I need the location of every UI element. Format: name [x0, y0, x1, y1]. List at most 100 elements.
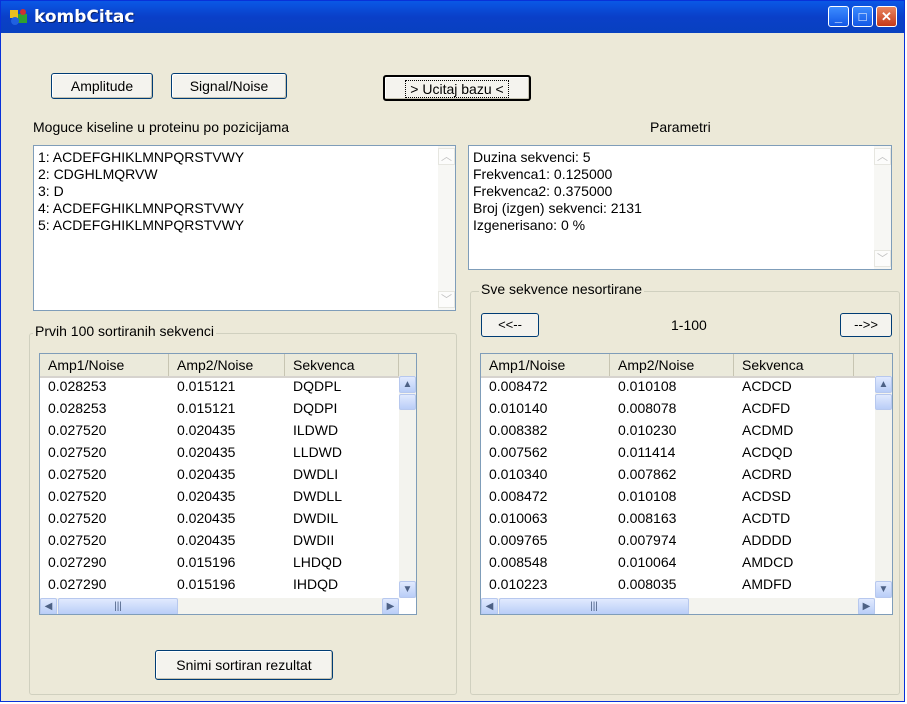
amplitude-button[interactable]: Amplitude [51, 73, 153, 99]
prev-page-button[interactable]: <<-- [481, 313, 539, 337]
minimize-button[interactable]: _ [828, 6, 849, 27]
title-bar[interactable]: kombCitac _ □ ✕ [1, 1, 904, 33]
table-row[interactable]: 0.007562 0.011414 ACDQD [481, 444, 841, 461]
scroll-up-icon[interactable]: ▲ [399, 376, 416, 393]
sorted-header: Amp1/Noise Amp2/Noise Sekvenca [40, 354, 416, 378]
table-row[interactable]: 0.027520 0.020435 LLDWD [40, 444, 400, 461]
param-line: Izgenerisano: 0 % [473, 217, 586, 233]
table-cell: 0.027520 [48, 466, 107, 482]
table-row[interactable]: 0.028253 0.015121 DQDPI [40, 400, 400, 417]
column-header[interactable]: Amp1/Noise [40, 354, 169, 376]
table-row[interactable]: 0.008382 0.010230 ACDMD [481, 422, 841, 439]
column-header[interactable]: Sekvenca [285, 354, 399, 376]
table-row[interactable]: 0.010223 0.008035 AMDFD [481, 576, 841, 593]
table-row[interactable]: 0.008548 0.010064 AMDCD [481, 554, 841, 571]
table-row[interactable]: 0.028253 0.015121 DQDPL [40, 378, 400, 395]
table-cell: 0.008035 [618, 576, 677, 592]
param-line: Frekvenca1: 0.125000 [473, 166, 613, 182]
table-cell: IHDQD [293, 576, 339, 592]
unsorted-listview[interactable]: Amp1/Noise Amp2/Noise Sekvenca 0.008472 0… [480, 353, 893, 615]
prev-page-label: <<-- [498, 317, 522, 332]
table-row[interactable]: 0.010340 0.007862 ACDRD [481, 466, 841, 483]
save-sorted-button-label: Snimi sortiran rezultat [176, 657, 312, 673]
unsorted-vscrollbar[interactable]: ▲ ▼ [875, 376, 892, 598]
param-line: Broj (izgen) sekvenci: 2131 [473, 200, 642, 216]
scroll-thumb[interactable]: ||| [58, 598, 178, 614]
table-row[interactable]: 0.009765 0.007974 ADDDD [481, 532, 841, 549]
ucitaj-bazu-button-label: > Ucitaj bazu < [405, 80, 509, 98]
table-row[interactable]: 0.008472 0.010108 ACDCD [481, 378, 841, 395]
maximize-button[interactable]: □ [852, 6, 873, 27]
table-row[interactable]: 0.027520 0.020435 DWDII [40, 532, 400, 549]
scroll-up-icon[interactable]: ︿ [438, 148, 455, 165]
table-cell: 0.028253 [48, 400, 107, 416]
scroll-down-icon[interactable]: ﹀ [438, 291, 455, 308]
table-row[interactable]: 0.027290 0.015196 LHDQD [40, 554, 400, 571]
table-cell: 0.015196 [177, 554, 236, 570]
scroll-up-icon[interactable]: ︿ [874, 148, 891, 165]
next-page-button[interactable]: -->> [840, 313, 892, 337]
table-row[interactable]: 0.027290 0.015196 IHDQD [40, 576, 400, 593]
table-cell: 0.010140 [489, 400, 548, 416]
table-cell: 0.020435 [177, 466, 236, 482]
scroll-left-icon[interactable]: ◀ [481, 598, 498, 614]
sorted-hscrollbar[interactable]: ◀ ||| ▶ [40, 598, 399, 614]
unsorted-hscrollbar[interactable]: ◀ ||| ▶ [481, 598, 875, 614]
column-header[interactable]: Amp2/Noise [169, 354, 285, 376]
signal-noise-button[interactable]: Signal/Noise [171, 73, 287, 99]
scroll-thumb[interactable] [875, 394, 892, 410]
acids-scrollbar[interactable]: ︿ ﹀ [438, 146, 455, 310]
table-cell: 0.010108 [618, 488, 677, 504]
column-header[interactable]: Amp2/Noise [610, 354, 734, 376]
table-cell: 0.015121 [177, 400, 236, 416]
signal-noise-button-label: Signal/Noise [189, 78, 269, 94]
table-cell: DQDPI [293, 400, 338, 416]
scroll-down-icon[interactable]: ▼ [399, 581, 416, 598]
table-row[interactable]: 0.008472 0.010108 ACDSD [481, 488, 841, 505]
table-row[interactable]: 0.010140 0.008078 ACDFD [481, 400, 841, 417]
params-scrollbar[interactable]: ︿ ﹀ [874, 146, 891, 269]
param-line: Frekvenca2: 0.375000 [473, 183, 613, 199]
table-cell: 0.020435 [177, 422, 236, 438]
table-cell: DWDII [293, 532, 335, 548]
table-cell: 0.010108 [618, 378, 677, 394]
column-header[interactable]: Sekvenca [734, 354, 854, 376]
sorted-vscrollbar[interactable]: ▲ ▼ [399, 376, 416, 598]
table-cell: 0.027520 [48, 488, 107, 504]
table-cell: 0.027520 [48, 444, 107, 460]
scroll-left-icon[interactable]: ◀ [40, 598, 57, 614]
scroll-right-icon[interactable]: ▶ [382, 598, 399, 614]
window-title: kombCitac [34, 7, 135, 27]
acid-line: 4: ACDEFGHIKLMNPQRSTVWY [38, 200, 245, 216]
acids-caption: Moguce kiseline u proteinu po pozicijama [33, 119, 290, 135]
table-cell: DWDLI [293, 466, 339, 482]
table-cell: 0.028253 [48, 378, 107, 394]
scroll-thumb[interactable]: ||| [499, 598, 689, 614]
scroll-down-icon[interactable]: ▼ [875, 581, 892, 598]
sorted-group-label: Prvih 100 sortiranih sekvenci [33, 323, 216, 339]
save-sorted-button[interactable]: Snimi sortiran rezultat [155, 650, 333, 680]
table-cell: 0.027290 [48, 554, 107, 570]
scroll-thumb[interactable] [399, 394, 416, 410]
app-window: kombCitac _ □ ✕ Amplitude Signal/Noise >… [0, 0, 905, 702]
params-textarea[interactable]: Duzina sekvenci: 5 Frekvenca1: 0.125000 … [468, 145, 892, 270]
table-row[interactable]: 0.027520 0.020435 DWDLL [40, 488, 400, 505]
acids-textarea[interactable]: 1: ACDEFGHIKLMNPQRSTVWY 2: CDGHLMQRVW 3:… [33, 145, 456, 311]
scroll-right-icon[interactable]: ▶ [858, 598, 875, 614]
close-button[interactable]: ✕ [876, 6, 897, 27]
table-row[interactable]: 0.027520 0.020435 DWDLI [40, 466, 400, 483]
table-cell: 0.020435 [177, 488, 236, 504]
table-cell: LHDQD [293, 554, 343, 570]
acid-line: 3: D [38, 183, 64, 199]
table-cell: 0.009765 [489, 532, 548, 548]
table-row[interactable]: 0.027520 0.020435 DWDIL [40, 510, 400, 527]
table-cell: 0.027520 [48, 532, 107, 548]
table-cell: 0.027520 [48, 422, 107, 438]
table-row[interactable]: 0.010063 0.008163 ACDTD [481, 510, 841, 527]
table-row[interactable]: 0.027520 0.020435 ILDWD [40, 422, 400, 439]
sorted-listview[interactable]: Amp1/Noise Amp2/Noise Sekvenca 0.028253 0… [39, 353, 417, 615]
column-header[interactable]: Amp1/Noise [481, 354, 610, 376]
ucitaj-bazu-button[interactable]: > Ucitaj bazu < [383, 75, 531, 101]
scroll-up-icon[interactable]: ▲ [875, 376, 892, 393]
scroll-down-icon[interactable]: ﹀ [874, 250, 891, 267]
